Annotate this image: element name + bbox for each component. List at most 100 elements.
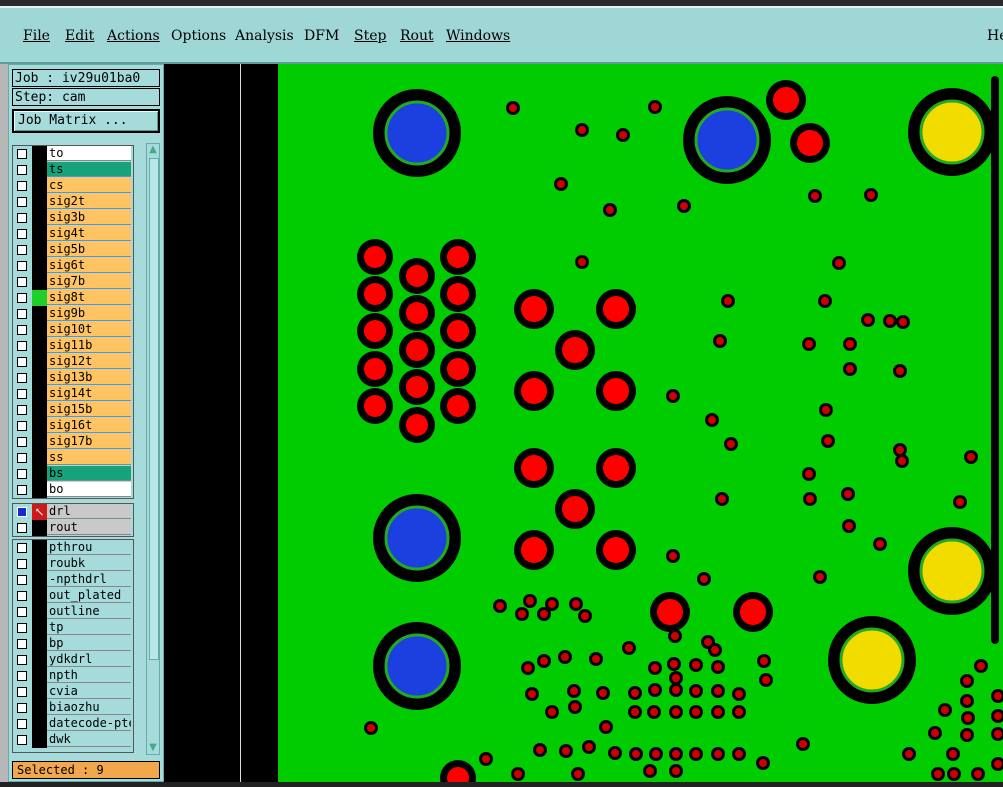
large-pad[interactable]	[384, 633, 450, 699]
layer-affected-marker[interactable]	[32, 306, 47, 322]
layer-checkbox[interactable]	[17, 181, 27, 191]
via-pad[interactable]	[967, 453, 975, 461]
red-pad[interactable]	[406, 414, 428, 436]
red-pad[interactable]	[562, 496, 588, 522]
via-pad[interactable]	[934, 770, 942, 778]
layer-name[interactable]: out_plated	[47, 588, 131, 603]
via-pad[interactable]	[896, 367, 904, 375]
pcb-drawing[interactable]	[278, 64, 1003, 782]
menu-edit[interactable]: Edit	[65, 28, 94, 44]
red-pad[interactable]	[447, 283, 469, 305]
via-pad[interactable]	[805, 340, 813, 348]
large-pad[interactable]	[919, 99, 985, 165]
layer-row-sig6t[interactable]: sig6t	[13, 258, 133, 274]
via-pad[interactable]	[631, 708, 639, 716]
layer-affected-marker[interactable]	[32, 274, 47, 290]
via-pad[interactable]	[367, 724, 375, 732]
layer-checkbox[interactable]	[17, 421, 27, 431]
via-pad[interactable]	[672, 708, 680, 716]
via-pad[interactable]	[548, 600, 556, 608]
via-pad[interactable]	[994, 730, 1002, 738]
large-pad[interactable]	[919, 538, 985, 604]
via-pad[interactable]	[572, 600, 580, 608]
layer-row-datecodepte[interactable]: datecode-pte	[13, 716, 133, 732]
layer-checkbox[interactable]	[17, 373, 27, 383]
layer-row-sig13b[interactable]: sig13b	[13, 370, 133, 386]
via-pad[interactable]	[669, 392, 677, 400]
layer-checkbox[interactable]	[17, 469, 27, 479]
via-pad[interactable]	[811, 192, 819, 200]
layer-row-ts[interactable]: ts	[13, 162, 133, 178]
via-pad[interactable]	[672, 750, 680, 758]
layer-affected-marker[interactable]	[32, 418, 47, 434]
via-pad[interactable]	[822, 406, 830, 414]
layer-name[interactable]: sig10t	[47, 322, 131, 337]
layer-checkbox[interactable]	[17, 437, 27, 447]
via-pad[interactable]	[570, 687, 578, 695]
via-pad[interactable]	[816, 573, 824, 581]
red-pad[interactable]	[657, 599, 683, 625]
layer-checkbox[interactable]	[17, 389, 27, 399]
layer-affected-marker[interactable]	[32, 482, 47, 498]
via-pad[interactable]	[518, 610, 526, 618]
layer-name[interactable]: dwk	[47, 732, 131, 747]
layer-row-sig10t[interactable]: sig10t	[13, 322, 133, 338]
layer-affected-marker[interactable]	[32, 322, 47, 338]
layer-checkbox[interactable]	[17, 229, 27, 239]
layer-affected-marker[interactable]	[32, 520, 47, 536]
layer-row-roubk[interactable]: roubk	[13, 556, 133, 572]
red-pad[interactable]	[406, 339, 428, 361]
layer-checkbox[interactable]	[17, 277, 27, 287]
layer-row-outline[interactable]: outline	[13, 604, 133, 620]
layer-row-sig8t[interactable]: sig8t	[13, 290, 133, 306]
layer-checkbox[interactable]	[17, 687, 27, 697]
via-pad[interactable]	[805, 470, 813, 478]
via-pad[interactable]	[974, 770, 982, 778]
large-pad[interactable]	[694, 107, 760, 173]
layer-row-sig17b[interactable]: sig17b	[13, 434, 133, 450]
layer-name[interactable]: sig5b	[47, 242, 131, 257]
layer-affected-marker[interactable]	[32, 700, 47, 716]
via-pad[interactable]	[672, 767, 680, 775]
red-pad[interactable]	[364, 320, 386, 342]
via-pad[interactable]	[963, 697, 971, 705]
layer-name[interactable]: sig11b	[47, 338, 131, 353]
layer-affected-marker[interactable]	[32, 354, 47, 370]
layer-name[interactable]: bs	[47, 466, 131, 481]
layer-name[interactable]: ydkdrl	[47, 652, 131, 667]
layer-checkbox[interactable]	[17, 245, 27, 255]
via-pad[interactable]	[718, 495, 726, 503]
via-pad[interactable]	[548, 708, 556, 716]
via-pad[interactable]	[711, 646, 719, 654]
layer-row-cvia[interactable]: cvia	[13, 684, 133, 700]
via-pad[interactable]	[727, 440, 735, 448]
layer-affected-marker[interactable]	[32, 226, 47, 242]
layer-row-drl[interactable]: ↖ drl	[13, 504, 133, 520]
layer-name[interactable]: sig3b	[47, 210, 131, 225]
red-pad[interactable]	[447, 320, 469, 342]
layer-name[interactable]: -npthdrl	[47, 572, 131, 587]
layer-checkbox[interactable]	[17, 357, 27, 367]
via-pad[interactable]	[700, 575, 708, 583]
layer-checkbox[interactable]	[17, 523, 27, 533]
via-pad[interactable]	[680, 202, 688, 210]
via-pad[interactable]	[540, 610, 548, 618]
layer-affected-marker[interactable]	[32, 620, 47, 636]
layer-affected-marker[interactable]	[32, 386, 47, 402]
via-pad[interactable]	[578, 126, 586, 134]
via-pad[interactable]	[651, 686, 659, 694]
via-pad[interactable]	[931, 729, 939, 737]
layer-row-npthdrl[interactable]: -npthdrl	[13, 572, 133, 588]
via-pad[interactable]	[651, 664, 659, 672]
red-pad[interactable]	[447, 246, 469, 268]
layer-row-sig11b[interactable]: sig11b	[13, 338, 133, 354]
layer-scrollbar[interactable]: ▲ ▼	[146, 143, 160, 755]
via-pad[interactable]	[692, 661, 700, 669]
via-pad[interactable]	[876, 540, 884, 548]
layer-row-sig3b[interactable]: sig3b	[13, 210, 133, 226]
layer-name[interactable]: cs	[47, 178, 131, 193]
layer-name[interactable]: sig8t	[47, 290, 131, 305]
layer-name[interactable]: rout	[47, 520, 131, 535]
menu-actions[interactable]: Actions	[107, 28, 160, 44]
layer-name[interactable]: sig12t	[47, 354, 131, 369]
